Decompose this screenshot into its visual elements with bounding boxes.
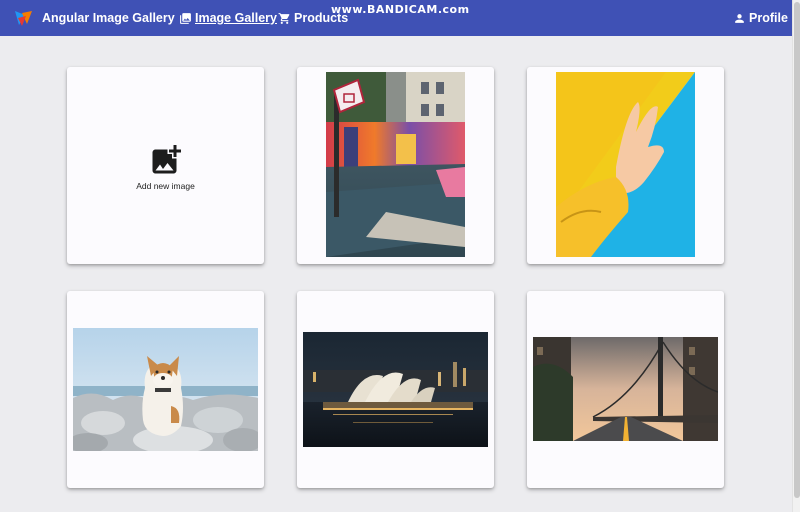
angular-logo-icon <box>15 11 32 26</box>
add-photo-icon <box>152 145 181 174</box>
add-image-card[interactable]: Add new image <box>67 67 264 264</box>
basketball-court-photo <box>326 72 465 257</box>
profile-label: Profile <box>749 11 788 25</box>
image-card[interactable] <box>527 291 724 488</box>
page-scrollbar[interactable] <box>792 0 800 512</box>
dog-on-rocks-photo <box>73 328 258 451</box>
top-toolbar: Angular Image Gallery Image Gallery Prod… <box>0 0 792 36</box>
image-card[interactable] <box>297 67 494 264</box>
add-image-label: Add new image <box>136 181 195 191</box>
cart-icon <box>278 12 290 24</box>
nav-image-gallery[interactable]: Image Gallery <box>179 11 277 25</box>
nav-image-gallery-label: Image Gallery <box>195 11 277 25</box>
photo-library-icon <box>180 12 191 24</box>
sydney-opera-house-photo <box>303 332 488 447</box>
app-title[interactable]: Angular Image Gallery <box>42 11 175 25</box>
image-card[interactable] <box>67 291 264 488</box>
profile-button[interactable]: Profile <box>733 11 788 25</box>
recorder-watermark: www.BANDICAM.com <box>331 3 470 16</box>
image-card[interactable] <box>527 67 724 264</box>
image-card[interactable] <box>297 291 494 488</box>
scrollbar-thumb[interactable] <box>794 2 800 498</box>
person-icon <box>735 13 744 23</box>
peace-hand-photo <box>556 72 695 257</box>
bridge-sunset-photo <box>533 337 718 441</box>
